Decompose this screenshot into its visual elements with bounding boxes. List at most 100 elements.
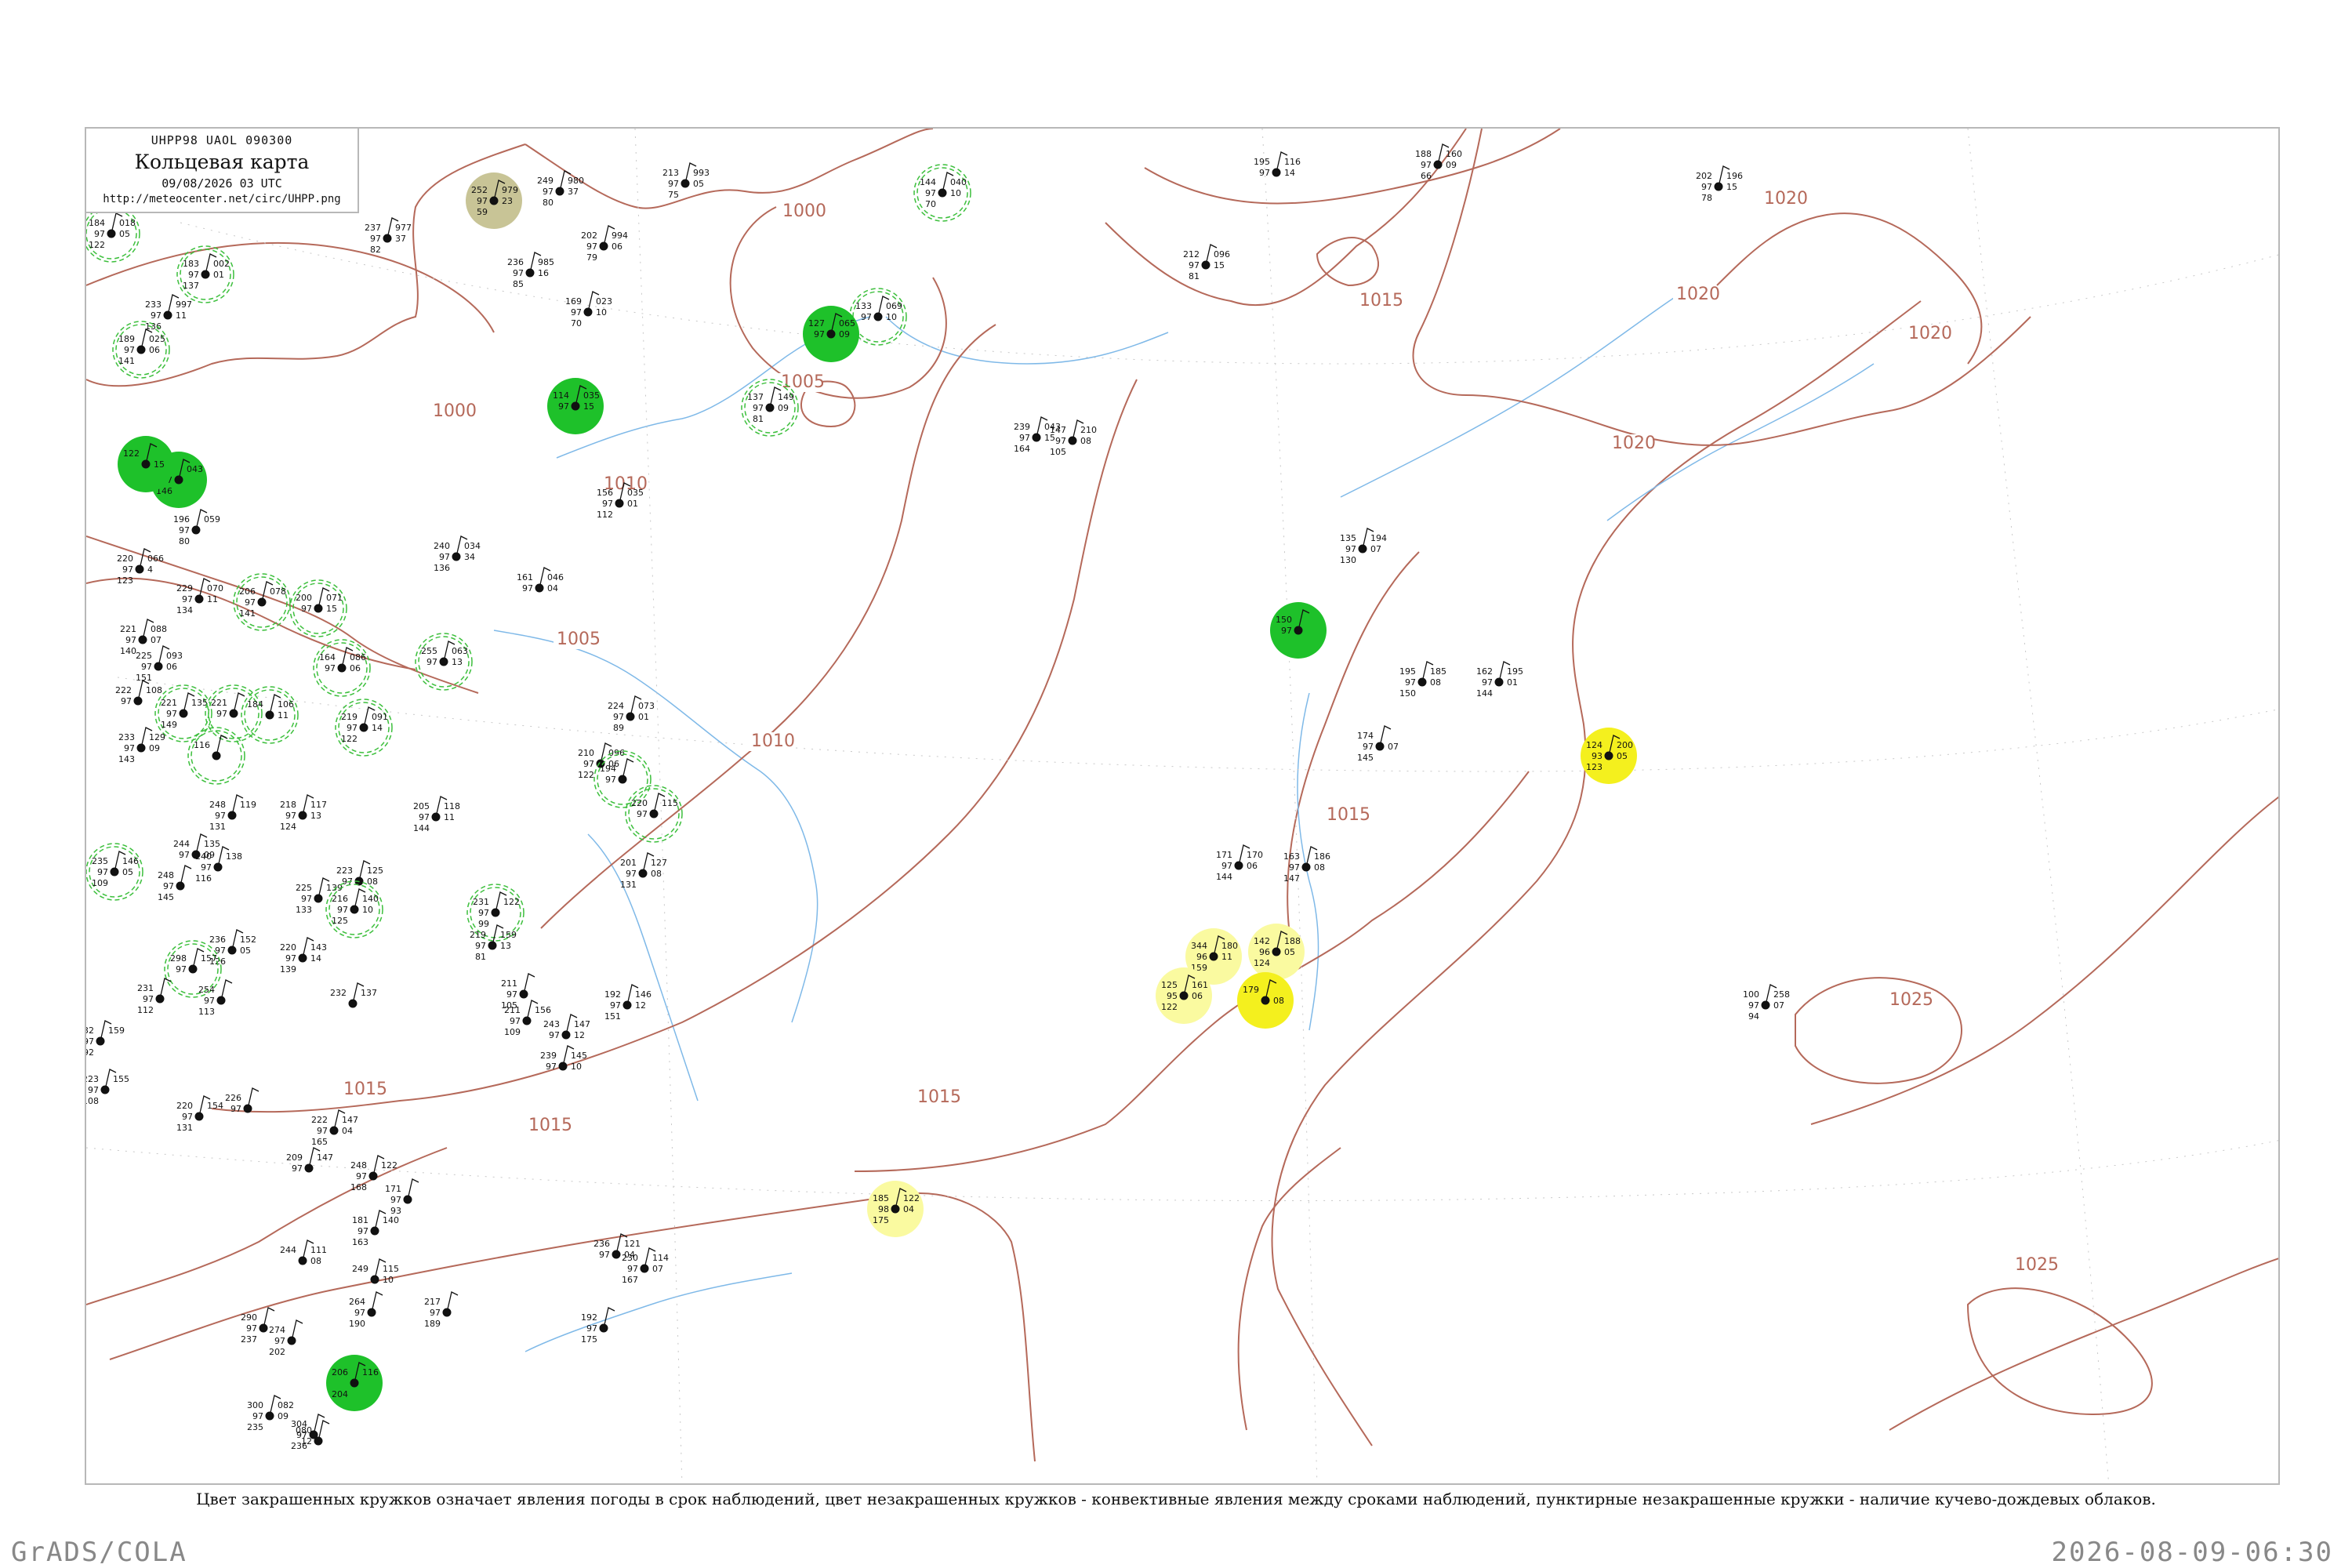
weather-station[interactable]: 116 (187, 727, 245, 785)
weather-station[interactable]: 144 040 97 10 70 (913, 164, 971, 222)
weather-station[interactable]: 202 196 97 15 78 (1696, 165, 1743, 203)
weather-station[interactable]: 218 117 97 13 124 (280, 794, 327, 832)
weather-station[interactable]: 252 979 97 23 59 (466, 172, 522, 229)
coastline-kamchatka-east (1271, 300, 1922, 1446)
weather-station[interactable]: 243 147 97 12 (543, 1014, 590, 1040)
weather-station[interactable]: 233 129 97 09 143 (118, 727, 165, 764)
isobar-label: 1015 (1359, 291, 1403, 310)
weather-station[interactable]: 216 140 97 10 125 (325, 880, 383, 938)
weather-station[interactable]: 161 046 97 04 (517, 567, 564, 593)
station-visibility: 80 (543, 198, 554, 208)
weather-station[interactable]: 210 09697 06122 (578, 742, 625, 780)
station-pressure-tendency: 06 (166, 662, 177, 672)
weather-station[interactable]: 206 116 204 (326, 1355, 383, 1411)
weather-station[interactable]: 249 980 97 37 80 (537, 170, 584, 208)
weather-station[interactable]: 164 086 97 06 (313, 639, 371, 697)
weather-station[interactable]: 122 15 (118, 436, 174, 492)
weather-station[interactable]: 201 127 97 08 131 (620, 852, 667, 890)
source-url[interactable]: http://meteocenter.net/circ/UHPP.png (86, 193, 358, 205)
weather-station[interactable]: 229 070 97 11 134 (176, 578, 223, 615)
weather-station[interactable]: 179 08 (1237, 972, 1294, 1029)
station-pressure-tendency: 06 (149, 345, 160, 355)
weather-station[interactable]: 195 185 97 08 150 (1399, 661, 1446, 699)
weather-station[interactable]: 17497 07 145 (1357, 725, 1399, 763)
weather-station[interactable]: 192 146 97 12 151 (604, 984, 652, 1022)
weather-station[interactable]: 125 161 95 06 122 (1156, 967, 1212, 1024)
weather-station[interactable]: 184 018 97 05 122 (86, 205, 140, 263)
station-temperature: 221 (161, 698, 177, 708)
weather-station[interactable]: 127 065 97 09 (803, 306, 859, 362)
weather-station[interactable]: 236 985 97 16 85 (507, 252, 554, 289)
weather-station[interactable]: 23197112 (137, 978, 172, 1015)
weather-station[interactable]: 184 10611 (241, 686, 299, 744)
weather-station[interactable]: 142 188 96 05 124 (1248, 924, 1305, 980)
weather-station[interactable]: 205 118 97 11 144 (413, 796, 460, 833)
weather-station[interactable]: 196 059 9780 (173, 509, 220, 546)
weather-station[interactable]: 135 194 97 07 130 (1340, 528, 1387, 565)
weather-station[interactable]: 225 09397 06151 (136, 645, 183, 683)
weather-station[interactable]: 188 160 97 09 66 (1415, 143, 1462, 181)
weather-station[interactable]: 185 122 98 04 175 (867, 1181, 924, 1237)
weather-station[interactable]: 219 091 97 14 122 (335, 699, 393, 757)
weather-station[interactable]: 124 200 93 05 123 (1581, 728, 1637, 784)
weather-station[interactable]: 220 143 97 14 139 (280, 937, 327, 975)
weather-station[interactable]: 114 035 97 15 (547, 378, 604, 434)
station-dewpoint: 97 (301, 894, 312, 904)
station-pressure: 066 (147, 554, 164, 564)
weather-station[interactable]: 169 023 97 10 70 (565, 291, 612, 328)
weather-station[interactable]: 15097 (1270, 602, 1327, 659)
weather-station[interactable]: 209 147 97 (286, 1147, 333, 1174)
station-dewpoint: 97 (1281, 626, 1292, 636)
weather-station[interactable]: 19297175 (581, 1307, 615, 1345)
weather-station[interactable]: 219 159 97 13 81 (470, 924, 517, 962)
station-temperature: 344 (1191, 941, 1207, 951)
weather-station[interactable]: 223 155 97108 (86, 1069, 129, 1106)
weather-station[interactable]: 240 034 97 34 136 (434, 535, 481, 573)
station-temperature: 224 (608, 701, 624, 711)
weather-station[interactable]: 237 977 97 37 82 (365, 217, 412, 255)
station-pressure-tendency: 04 (547, 583, 558, 593)
weather-station[interactable]: 235 146 97 05 109 (86, 843, 143, 901)
weather-station[interactable]: 1719793 (385, 1178, 419, 1216)
weather-station[interactable]: 248 119 97131 (209, 794, 256, 832)
map-date: 09/08/2026 03 UTC (162, 176, 282, 191)
weather-station[interactable]: 27497202 (269, 1319, 303, 1357)
weather-station[interactable]: 171 170 97 06 144 (1216, 844, 1263, 882)
station-dewpoint: 97 (179, 850, 190, 860)
weather-station[interactable]: 222 108 97 (115, 680, 162, 706)
weather-station[interactable]: 240 138 97116 (195, 846, 242, 884)
weather-station[interactable]: 232 159 9792 (86, 1020, 125, 1058)
weather-station[interactable]: 239 145 97 10 (540, 1045, 587, 1072)
weather-station[interactable]: 300 082 97 09 235 (247, 1395, 294, 1432)
weather-station[interactable]: 100 258 97 07 94 (1743, 984, 1790, 1022)
station-visibility: 70 (925, 199, 936, 209)
station-visibility: 70 (571, 318, 582, 328)
station-pressure: 115 (383, 1264, 399, 1274)
weather-station[interactable]: 181 140 97163 (352, 1210, 399, 1247)
station-dewpoint: 97 (390, 1195, 401, 1205)
weather-station[interactable]: 244 11108 (280, 1240, 327, 1266)
weather-station[interactable]: 222 147 97 04 165 (311, 1109, 358, 1147)
station-dewpoint: 97 (166, 709, 177, 719)
weather-station[interactable]: 220 154 97131 (176, 1095, 223, 1133)
weather-station[interactable]: 24897145 (158, 865, 192, 902)
weather-station[interactable]: 202 994 97 06 79 (581, 225, 628, 263)
weather-station[interactable]: 21797189 (424, 1291, 459, 1329)
weather-station[interactable]: 233 99797 11136 (145, 294, 192, 332)
station-visibility: 79 (586, 252, 597, 263)
weather-station[interactable]: 162 195 97 01 144 (1476, 661, 1523, 699)
weather-station[interactable]: 163 186 97 08 147 (1283, 846, 1330, 884)
bulletin-code: UHPP98 UAOL 090300 (151, 133, 293, 147)
weather-station[interactable]: 22697 (225, 1087, 260, 1114)
station-visibility: 81 (475, 952, 486, 962)
weather-station[interactable]: 26497190 (349, 1291, 383, 1329)
station-temperature: 195 (1254, 157, 1270, 167)
weather-station[interactable]: 224 073 97 01 89 (608, 695, 655, 733)
graticule-6 (1967, 129, 2110, 1483)
weather-station[interactable]: 195 116 97 14 (1254, 151, 1301, 178)
weather-station[interactable]: 232 137 (330, 982, 377, 1008)
weather-station[interactable]: 212 096 97 15 81 (1183, 244, 1230, 281)
station-visibility: 136 (434, 563, 450, 573)
weather-station[interactable]: 249 11510 (352, 1258, 399, 1285)
weather-station[interactable]: 183 002 97 01 137 (176, 245, 234, 303)
